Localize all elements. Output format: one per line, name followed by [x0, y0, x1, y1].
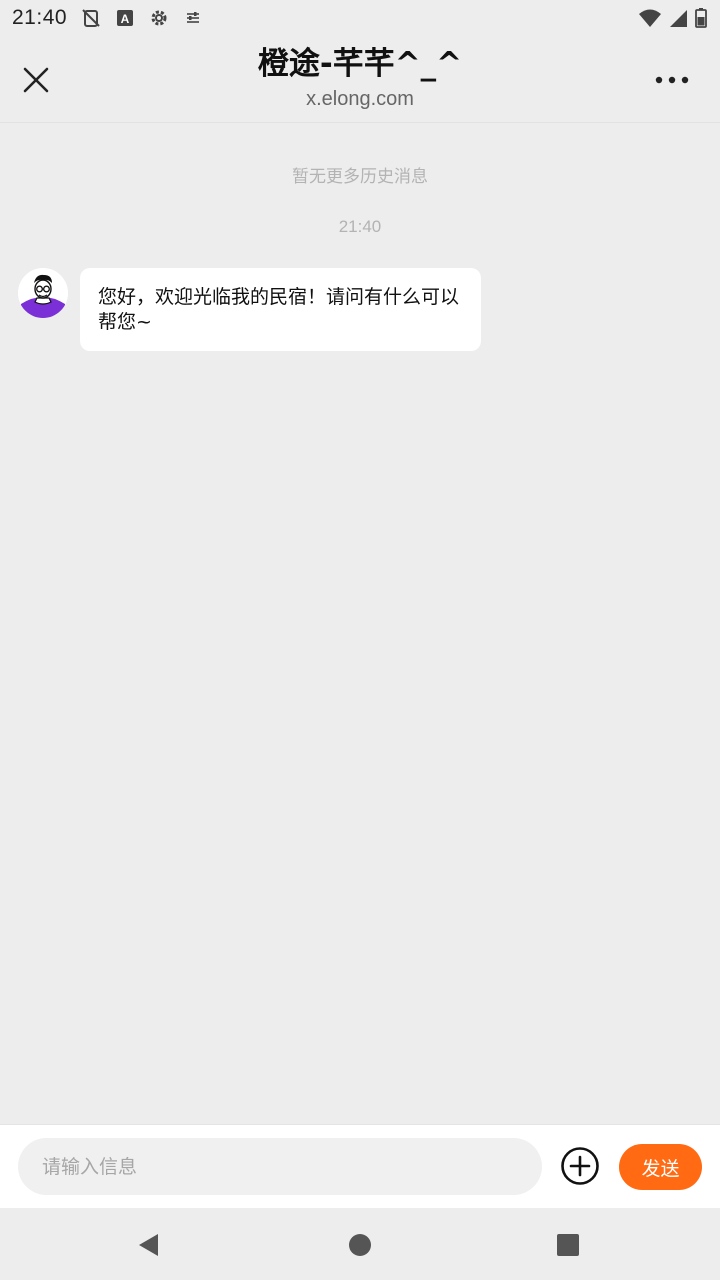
more-button[interactable]	[652, 60, 692, 100]
signal-icon	[668, 8, 688, 28]
system-nav-bar	[0, 1208, 720, 1280]
plus-circle-icon	[561, 1147, 599, 1185]
send-button[interactable]: 发送	[619, 1144, 702, 1190]
status-right	[638, 8, 708, 28]
message-input[interactable]	[18, 1138, 542, 1195]
page-subtitle: x.elong.com	[306, 88, 414, 110]
history-note: 暂无更多历史消息	[292, 167, 428, 187]
status-time: 21:40	[12, 6, 68, 29]
message-bubble[interactable]: 您好，欢迎光临我的民宿！请问有什么可以帮您~	[80, 268, 481, 351]
status-bar: 21:40 A	[0, 0, 720, 36]
chat-screen: 21:40 A 橙途-芊芊^_^ x.elong.com 暂无更多历史消息 21…	[0, 0, 720, 1280]
chat-area[interactable]: 暂无更多历史消息 21:40 您好，欢迎光临我的民宿！请问有什么可以帮您~	[0, 124, 720, 1124]
add-attachment-button[interactable]	[560, 1146, 600, 1186]
no-sim-icon	[81, 8, 101, 28]
keyboard-a-icon: A	[115, 8, 135, 28]
tune-icon	[183, 8, 203, 28]
settings-gear-icon	[149, 8, 169, 28]
svg-text:A: A	[121, 12, 130, 26]
close-icon	[23, 67, 49, 93]
message-timestamp: 21:40	[338, 217, 382, 236]
battery-icon	[694, 8, 708, 28]
avatar[interactable]	[18, 268, 68, 318]
avatar-illustration-icon	[18, 268, 68, 318]
recents-button[interactable]	[555, 1232, 581, 1258]
wifi-icon	[638, 8, 662, 28]
home-circle-icon	[349, 1234, 371, 1256]
close-button[interactable]	[16, 60, 56, 100]
title-block: 橙途-芊芊^_^ x.elong.com	[120, 44, 600, 112]
home-button[interactable]	[347, 1232, 373, 1258]
input-bar: 发送	[0, 1124, 720, 1208]
back-button[interactable]	[136, 1232, 162, 1258]
recents-square-icon	[557, 1234, 579, 1256]
header: 橙途-芊芊^_^ x.elong.com	[0, 36, 720, 123]
more-icon	[655, 76, 689, 84]
status-left: 21:40 A	[12, 6, 203, 30]
page-title: 橙途-芊芊^_^	[257, 46, 463, 82]
message-row: 您好，欢迎光临我的民宿！请问有什么可以帮您~	[18, 268, 481, 351]
back-triangle-icon	[139, 1234, 158, 1256]
